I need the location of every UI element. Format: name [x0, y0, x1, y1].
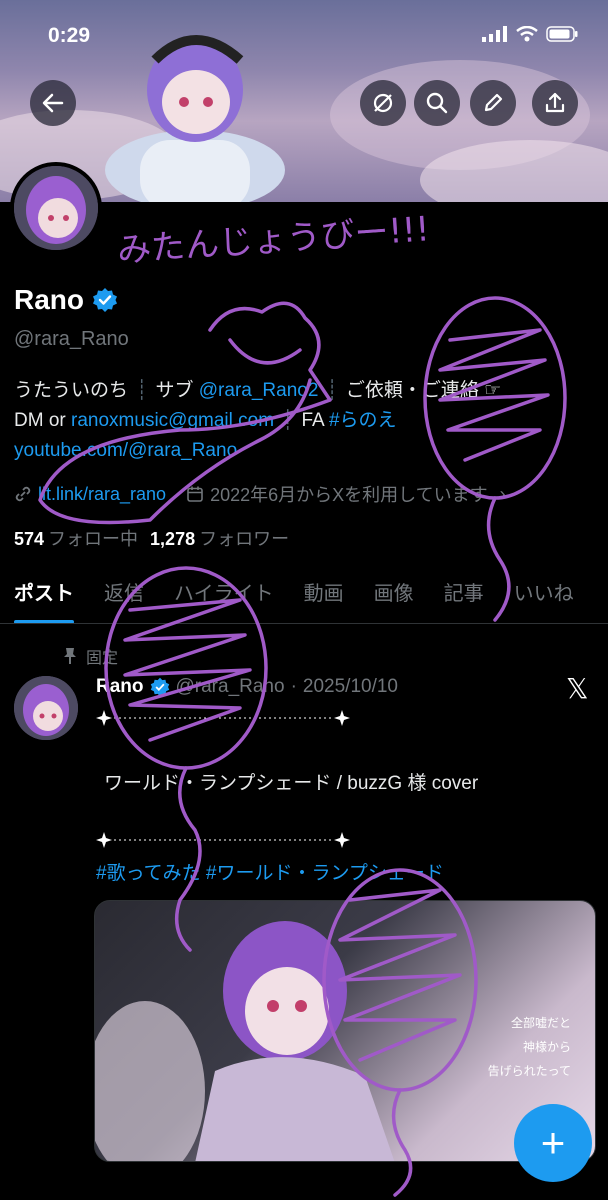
- pin-icon: [64, 648, 76, 664]
- followers-label: フォロワー: [199, 529, 290, 549]
- joined-date: 2022年6月からXを利用しています: [210, 485, 488, 505]
- chevron-right-icon[interactable]: ›: [500, 484, 506, 505]
- status-icons: [482, 26, 578, 42]
- post-avatar[interactable]: [14, 676, 78, 740]
- post-avatar-illustration: [14, 676, 78, 740]
- edit-button[interactable]: [470, 80, 516, 126]
- battery-icon: [546, 26, 578, 42]
- following-count: 574: [14, 529, 45, 549]
- link-icon: [15, 486, 31, 502]
- pinned-label: 固定: [86, 650, 119, 667]
- sparkle-divider: [96, 710, 350, 726]
- bio-line-3: youtube.com/@rara_Rano: [14, 436, 594, 466]
- bio-text: サブ: [155, 380, 194, 401]
- following-link[interactable]: 574 フォロー中: [14, 525, 138, 551]
- profile-website-link[interactable]: lit.link/rara_rano: [38, 484, 166, 505]
- profile-meta: lit.link/rara_rano 2022年6月からXを利用しています ›: [14, 481, 594, 507]
- tab-highlights[interactable]: ハイライト: [174, 560, 274, 623]
- status-bar: 0:29: [0, 22, 608, 52]
- post-date-separator: ·: [290, 676, 297, 697]
- verified-badge-icon: [150, 677, 169, 697]
- pinned-indicator: 固定: [62, 644, 118, 668]
- post-author-name[interactable]: Rano: [96, 676, 144, 698]
- post-text: ワールド・ランプシェード / buzzG 様 cover: [104, 773, 479, 794]
- bio-email-link[interactable]: ranoxmusic@gmail.com: [71, 410, 274, 431]
- calendar-icon: [187, 486, 203, 502]
- bio-separator: ┊: [326, 380, 338, 401]
- tab-articles[interactable]: 記事: [444, 560, 484, 623]
- profile-tabs: ポスト 返信 ハイライト 動画 画像 記事 いいね: [0, 560, 608, 624]
- bio-text: ご依頼・ご連絡 ☞: [345, 380, 502, 401]
- search-icon: [426, 92, 448, 114]
- sparkle-divider: [96, 832, 350, 848]
- followers-count: 1,278: [150, 529, 196, 549]
- back-button[interactable]: [30, 80, 76, 126]
- tab-posts[interactable]: ポスト: [14, 560, 74, 623]
- pencil-icon: [484, 93, 503, 112]
- tab-likes[interactable]: いいね: [514, 560, 574, 623]
- following-label: フォロー中: [48, 529, 139, 549]
- share-button[interactable]: [532, 80, 578, 126]
- grok-icon: [373, 93, 393, 113]
- post-hashtags[interactable]: #歌ってみた #ワールド・ランプシェード: [96, 858, 444, 885]
- profile-handle: @rara_Rano: [14, 328, 129, 350]
- profile-bio: うたういのち ┊ サブ @rara_Rano2 ┊ ご依頼・ご連絡 ☞ DM or ra…: [14, 376, 594, 466]
- bio-separator: ┊: [136, 380, 148, 401]
- bio-separator: ┊: [282, 410, 294, 431]
- post-header: Rano @rara_Rano · 2025/10/10: [96, 676, 398, 698]
- verified-badge-icon[interactable]: [92, 287, 118, 313]
- grok-button[interactable]: [360, 80, 406, 126]
- bio-hashtag-link[interactable]: #らのえ: [329, 410, 397, 431]
- follow-stats: 574 フォロー中 1,278 フォロワー: [14, 525, 289, 551]
- back-icon: [42, 93, 64, 113]
- profile-name: Rano: [14, 284, 118, 316]
- bio-sub-account-link[interactable]: @rara_Rano2: [199, 380, 319, 401]
- post-author-handle[interactable]: @rara_Rano: [176, 676, 285, 698]
- tab-videos[interactable]: 動画: [304, 560, 344, 623]
- compose-fab-button[interactable]: +: [514, 1104, 592, 1182]
- lyric-line: 全部嘘だと: [510, 1016, 571, 1030]
- bio-text: FA: [301, 410, 324, 431]
- followers-link[interactable]: 1,278 フォロワー: [150, 525, 289, 551]
- profile-banner[interactable]: 0:29: [0, 0, 608, 202]
- tab-images[interactable]: 画像: [374, 560, 414, 623]
- lyric-line: 神様から: [522, 1040, 571, 1054]
- bio-text: うたういのち: [14, 380, 129, 401]
- cellular-signal-icon: [482, 26, 507, 42]
- share-icon: [545, 92, 565, 113]
- profile-avatar[interactable]: [10, 162, 102, 254]
- wifi-icon: [516, 26, 538, 42]
- avatar-illustration: [14, 166, 98, 250]
- bio-text: DM or: [14, 410, 66, 431]
- bio-line-2: DM or ranoxmusic@gmail.com ┊ FA #らのえ: [14, 406, 594, 436]
- doodle-birthday-text: みたんじょうびー!!!: [116, 209, 431, 271]
- lyric-line: 告げられたって: [487, 1064, 571, 1078]
- post-date[interactable]: 2025/10/10: [303, 676, 398, 698]
- profile-name-text: Rano: [14, 284, 84, 315]
- tab-replies[interactable]: 返信: [104, 560, 144, 623]
- bio-youtube-link[interactable]: youtube.com/@rara_Rano: [14, 440, 237, 461]
- search-button[interactable]: [414, 80, 460, 126]
- status-time: 0:29: [48, 24, 91, 47]
- x-logo-icon: 𝕏: [566, 672, 589, 705]
- media-lyrics: 全部嘘だと 神様から 告げられたって: [488, 1011, 571, 1083]
- bio-line-1: うたういのち ┊ サブ @rara_Rano2 ┊ ご依頼・ご連絡 ☞: [14, 376, 594, 406]
